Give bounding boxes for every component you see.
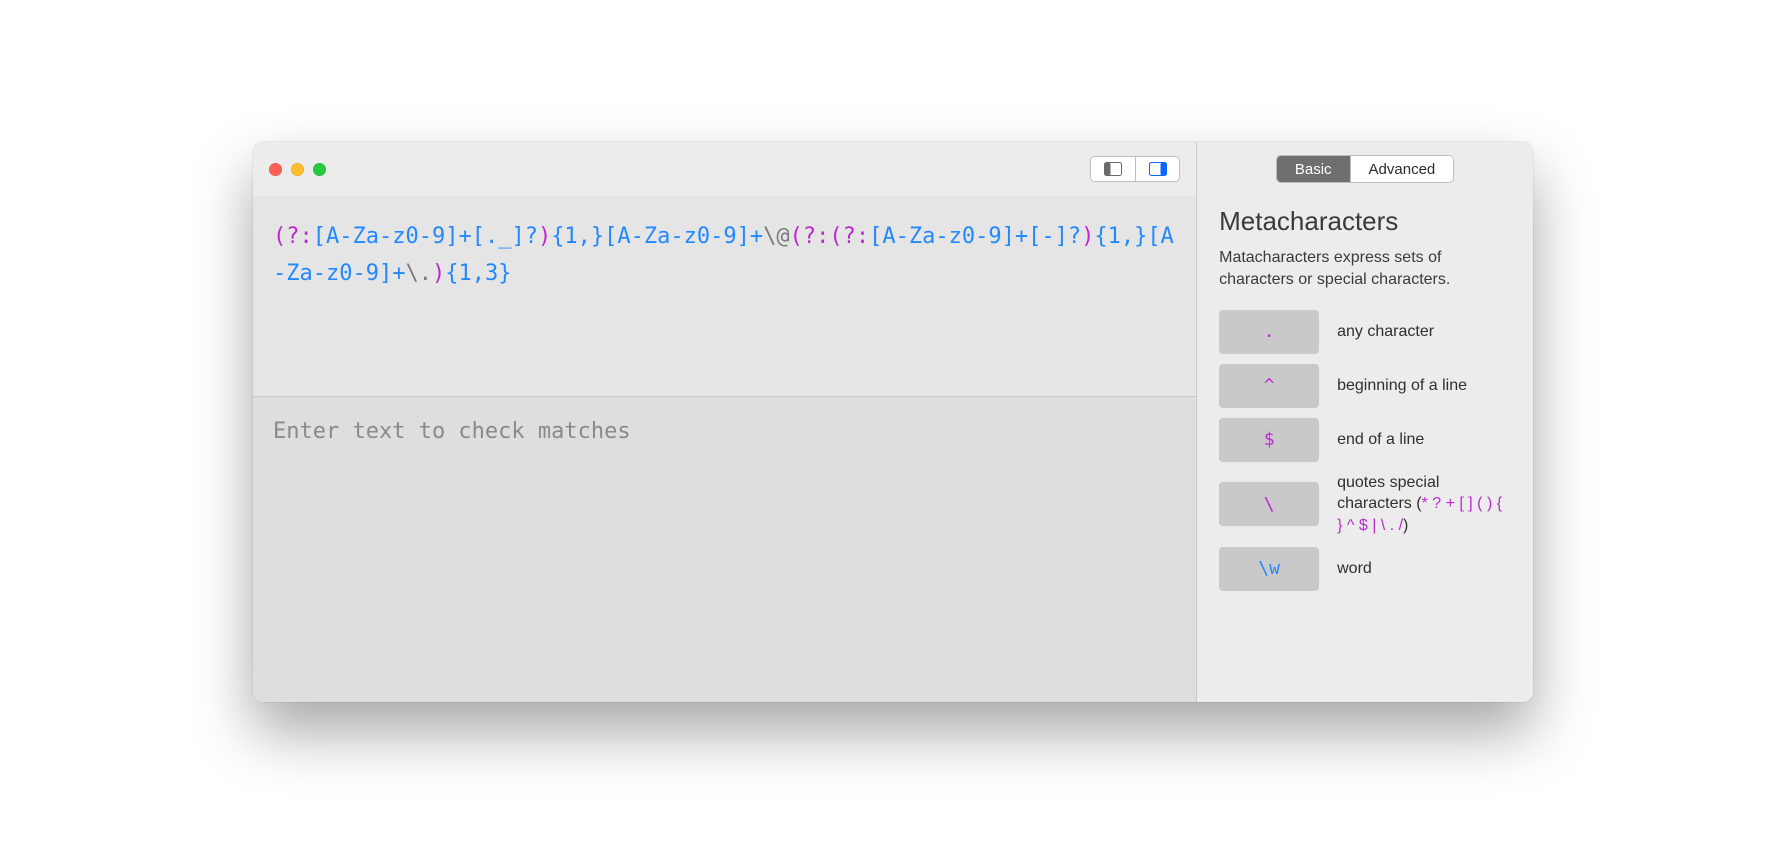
regex-token: (?: xyxy=(790,224,830,249)
match-input[interactable]: Enter text to check matches xyxy=(253,396,1196,702)
regex-token: {1,3} xyxy=(445,261,511,286)
regex-token: {1,} xyxy=(1094,224,1147,249)
sidebar-tabs: Basic Advanced xyxy=(1276,155,1454,183)
regex-token: ? xyxy=(1068,224,1081,249)
tab-basic[interactable]: Basic xyxy=(1277,156,1350,182)
regex-token: [A-Za-z0-9] xyxy=(604,224,750,249)
regex-token: [A-Za-z0-9] xyxy=(313,224,459,249)
regex-input[interactable]: (?:[A-Za-z0-9]+[._]?){1,}[A-Za-z0-9]+\@(… xyxy=(253,196,1196,396)
panel-left-button[interactable] xyxy=(1091,157,1135,181)
regex-token: [A-Za-z0-9] xyxy=(869,224,1015,249)
sidebar-description: Matacharacters express sets of character… xyxy=(1219,247,1511,292)
match-placeholder: Enter text to check matches xyxy=(273,419,631,444)
window-controls xyxy=(269,163,326,176)
minimize-button[interactable] xyxy=(291,163,304,176)
regex-token: + xyxy=(1015,224,1028,249)
metacharacter-label: any character xyxy=(1337,321,1434,343)
titlebar xyxy=(253,142,1196,196)
close-button[interactable] xyxy=(269,163,282,176)
regex-token: + xyxy=(392,261,405,286)
metacharacter-chip[interactable]: \w xyxy=(1219,547,1319,591)
metacharacter-row: \ quotes special characters (* ? + [ ] ( … xyxy=(1219,472,1511,537)
regex-token: + xyxy=(458,224,471,249)
panel-left-icon xyxy=(1104,162,1122,176)
metacharacter-row: ^ beginning of a line xyxy=(1219,364,1511,408)
metacharacter-list: . any character ^ beginning of a line $ end o… xyxy=(1219,310,1511,591)
metacharacter-chip[interactable]: . xyxy=(1219,310,1319,354)
regex-token: (?: xyxy=(829,224,869,249)
right-pane: Basic Advanced Metacharacters Matacharac… xyxy=(1197,142,1533,702)
app-window: (?:[A-Za-z0-9]+[._]?){1,}[A-Za-z0-9]+\@(… xyxy=(253,142,1533,702)
metacharacter-label: end of a line xyxy=(1337,429,1424,451)
regex-token: ) xyxy=(1081,224,1094,249)
metacharacter-label: quotes special characters (* ? + [ ] ( )… xyxy=(1337,472,1511,537)
metacharacter-label-highlight: * ? + [ ] ( ) { } ^ $ | \ . / xyxy=(1337,495,1502,534)
regex-token: ) xyxy=(432,261,445,286)
tab-advanced[interactable]: Advanced xyxy=(1350,156,1454,182)
metacharacter-label: word xyxy=(1337,558,1372,580)
metacharacter-symbol: \w xyxy=(1258,558,1280,579)
regex-token: (?: xyxy=(273,224,313,249)
panel-right-icon xyxy=(1149,162,1167,176)
metacharacter-row: . any character xyxy=(1219,310,1511,354)
regex-token: {1,} xyxy=(551,224,604,249)
regex-token: + xyxy=(750,224,763,249)
metacharacter-row: \w word xyxy=(1219,547,1511,591)
metacharacter-chip[interactable]: $ xyxy=(1219,418,1319,462)
metacharacter-label: beginning of a line xyxy=(1337,375,1467,397)
regex-token: @ xyxy=(776,224,789,249)
metacharacter-symbol: $ xyxy=(1264,429,1275,450)
metacharacter-chip[interactable]: \ xyxy=(1219,482,1319,526)
panel-right-button[interactable] xyxy=(1135,157,1179,181)
regex-token: ? xyxy=(525,224,538,249)
metacharacter-chip[interactable]: ^ xyxy=(1219,364,1319,408)
panel-toggle-group xyxy=(1090,156,1180,182)
sidebar-heading: Metacharacters xyxy=(1219,206,1511,237)
sidebar-tabs-bar: Basic Advanced xyxy=(1197,142,1533,196)
metacharacter-symbol: . xyxy=(1264,321,1275,342)
regex-token: [-] xyxy=(1028,224,1068,249)
metacharacter-symbol: \ xyxy=(1264,494,1275,515)
regex-token: ) xyxy=(538,224,551,249)
sidebar-body: Metacharacters Matacharacters express se… xyxy=(1197,196,1533,702)
left-pane: (?:[A-Za-z0-9]+[._]?){1,}[A-Za-z0-9]+\@(… xyxy=(253,142,1197,702)
metacharacter-symbol: ^ xyxy=(1264,375,1275,396)
regex-token: \ xyxy=(763,224,776,249)
zoom-button[interactable] xyxy=(313,163,326,176)
regex-token: [._] xyxy=(472,224,525,249)
metacharacter-row: $ end of a line xyxy=(1219,418,1511,462)
regex-token: \. xyxy=(405,261,432,286)
